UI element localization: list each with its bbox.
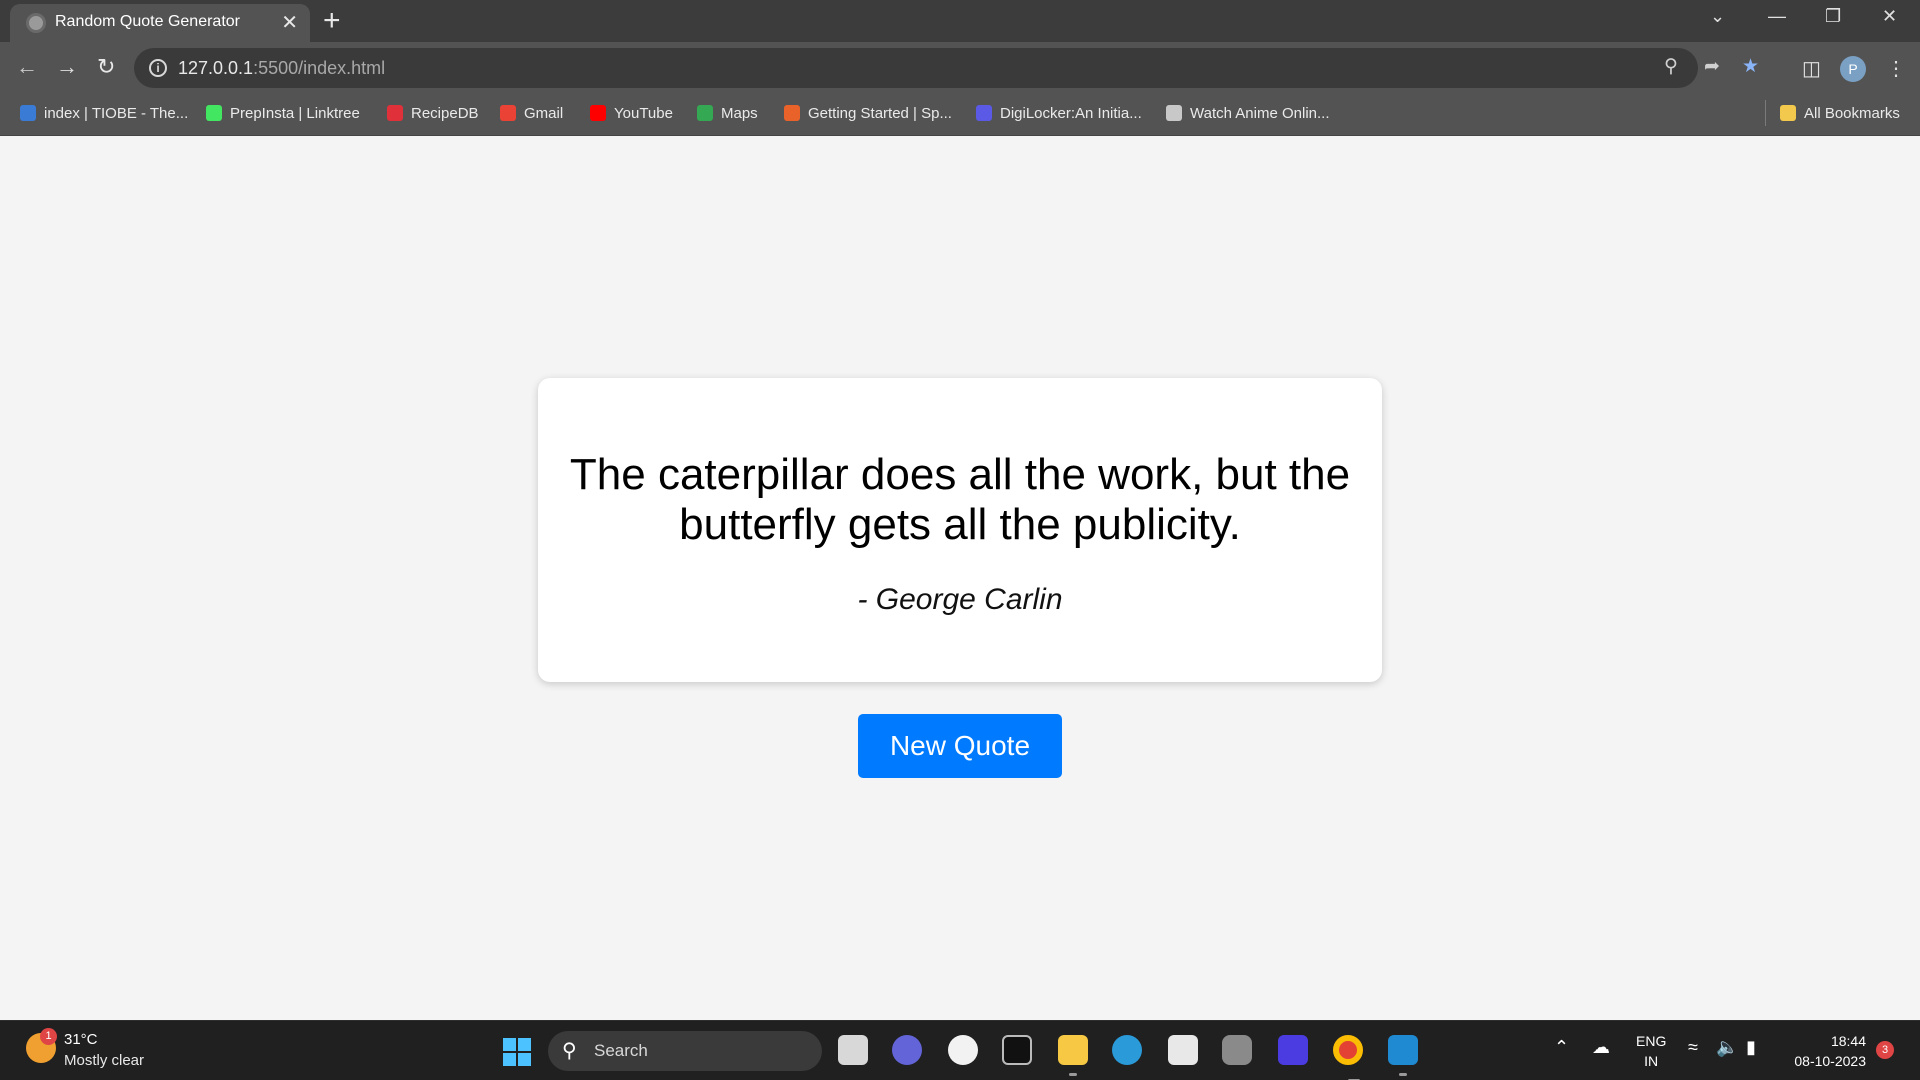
side-panel-icon[interactable]: ◫ bbox=[1802, 56, 1821, 81]
wifi-icon[interactable]: ≈ bbox=[1688, 1037, 1698, 1058]
restore-icon[interactable]: ❐ bbox=[1825, 6, 1841, 27]
copilot-icon[interactable] bbox=[948, 1035, 978, 1065]
bookmark-star-icon[interactable]: ★ bbox=[1742, 55, 1759, 78]
teams-chat-icon[interactable] bbox=[892, 1035, 922, 1065]
clock[interactable]: 18:44 08-10-2023 bbox=[1780, 1031, 1866, 1071]
bookmark-item[interactable]: Watch Anime Onlin... bbox=[1166, 103, 1330, 125]
zoom-icon[interactable]: ⚲ bbox=[1664, 55, 1678, 78]
language-indicator[interactable]: ENG IN bbox=[1636, 1031, 1666, 1071]
clock-time: 18:44 bbox=[1830, 1033, 1866, 1049]
weather-condition[interactable]: Mostly clear bbox=[64, 1052, 144, 1069]
edge-icon[interactable] bbox=[1112, 1035, 1142, 1065]
tray-overflow-icon[interactable]: ⌃ bbox=[1554, 1037, 1569, 1058]
recipedb-icon bbox=[387, 105, 403, 121]
search-icon: ⚲ bbox=[562, 1040, 577, 1062]
share-icon[interactable]: ➦ bbox=[1704, 55, 1720, 78]
language-code: ENG bbox=[1636, 1033, 1667, 1049]
spring-icon bbox=[784, 105, 800, 121]
weather-temperature[interactable]: 31°C bbox=[64, 1031, 98, 1048]
address-bar[interactable]: i 127.0.0.1:5500/index.html ⚲ ➦ ★ bbox=[134, 48, 1759, 88]
bookmark-label: Getting Started | Sp... bbox=[808, 105, 952, 122]
tab-close-icon[interactable]: ✕ bbox=[281, 10, 298, 35]
folder-icon bbox=[1780, 105, 1796, 121]
bookmark-item[interactable]: Maps bbox=[697, 103, 758, 125]
microsoft-store-icon[interactable] bbox=[1168, 1035, 1198, 1065]
bookmark-item[interactable]: index | TIOBE - The... bbox=[20, 103, 188, 125]
bookmark-label: index | TIOBE - The... bbox=[44, 105, 189, 122]
unity-icon[interactable] bbox=[1222, 1035, 1252, 1065]
windows-start-icon[interactable] bbox=[503, 1038, 531, 1066]
bookmark-label: DigiLocker:An Initia... bbox=[1000, 105, 1142, 122]
weather-badge: 1 bbox=[40, 1028, 57, 1045]
onedrive-icon[interactable]: ☁ bbox=[1592, 1037, 1610, 1058]
bookmark-item[interactable]: RecipeDB bbox=[387, 103, 479, 125]
clock-date: 08-10-2023 bbox=[1794, 1053, 1866, 1069]
site-info-icon[interactable]: i bbox=[149, 59, 167, 77]
new-quote-button[interactable]: New Quote bbox=[858, 714, 1062, 778]
region-code: IN bbox=[1644, 1053, 1659, 1069]
tab-strip: Random Quote Generator ✕ + ⌄ — ❐ ✕ bbox=[0, 0, 1920, 42]
quote-card: The caterpillar does all the work, but t… bbox=[538, 378, 1382, 682]
url-host: 127.0.0.1 bbox=[178, 58, 254, 78]
page-viewport: The caterpillar does all the work, but t… bbox=[0, 136, 1920, 1020]
bookmark-label: RecipeDB bbox=[411, 105, 479, 122]
bookmarks-bar: index | TIOBE - The... PrepInsta | Linkt… bbox=[0, 94, 1920, 136]
bookmark-label: PrepInsta | Linktree bbox=[230, 105, 360, 122]
file-explorer-icon[interactable] bbox=[1058, 1035, 1088, 1076]
new-tab-button[interactable]: + bbox=[323, 4, 341, 38]
battery-icon[interactable]: ▮ bbox=[1746, 1037, 1756, 1058]
url-text[interactable]: 127.0.0.1:5500/index.html bbox=[178, 58, 385, 79]
bookmark-label: YouTube bbox=[614, 105, 673, 122]
windows-taskbar: 1 31°C Mostly clear ⚲ Search ⌃ ☁ ENG IN … bbox=[0, 1020, 1920, 1080]
app-icon[interactable] bbox=[1278, 1035, 1308, 1065]
bookmark-label: Gmail bbox=[524, 105, 564, 122]
quote-author: - George Carlin bbox=[857, 583, 1063, 616]
all-bookmarks-label: All Bookmarks bbox=[1804, 105, 1900, 122]
gmail-icon bbox=[500, 105, 516, 121]
search-label: Search bbox=[594, 1041, 648, 1060]
forward-icon[interactable]: → bbox=[56, 52, 78, 82]
bookmark-item[interactable]: PrepInsta | Linktree bbox=[206, 103, 360, 125]
close-window-icon[interactable]: ✕ bbox=[1882, 6, 1897, 27]
reload-icon[interactable]: ↻ bbox=[97, 52, 115, 82]
notification-badge[interactable]: 3 bbox=[1876, 1041, 1894, 1059]
bookmark-item[interactable]: YouTube bbox=[590, 103, 673, 125]
tiobe-icon bbox=[20, 105, 36, 121]
taskbar-search[interactable]: ⚲ Search bbox=[548, 1031, 822, 1071]
bookmark-label: Maps bbox=[721, 105, 758, 122]
bookmarks-divider bbox=[1765, 100, 1766, 126]
profile-avatar[interactable]: P bbox=[1840, 56, 1866, 82]
tab-search-icon[interactable]: ⌄ bbox=[1710, 6, 1725, 27]
tab-active[interactable]: Random Quote Generator ✕ bbox=[10, 4, 310, 42]
minimize-icon[interactable]: — bbox=[1768, 6, 1786, 27]
digilocker-icon bbox=[976, 105, 992, 121]
maps-icon bbox=[697, 105, 713, 121]
back-icon[interactable]: ← bbox=[16, 52, 38, 82]
linktree-icon bbox=[206, 105, 222, 121]
menu-kebab-icon[interactable]: ⋮ bbox=[1886, 56, 1906, 81]
browser-toolbar: ← → ↻ i 127.0.0.1:5500/index.html ⚲ ➦ ★ … bbox=[0, 42, 1920, 94]
all-bookmarks-button[interactable]: All Bookmarks bbox=[1780, 103, 1900, 125]
terminal-icon[interactable] bbox=[1002, 1035, 1032, 1065]
bookmark-item[interactable]: Gmail bbox=[500, 103, 563, 125]
task-view-icon[interactable] bbox=[838, 1035, 868, 1065]
url-path: :5500/index.html bbox=[253, 58, 386, 78]
anime-site-icon bbox=[1166, 105, 1182, 121]
bookmark-item[interactable]: Getting Started | Sp... bbox=[784, 103, 952, 125]
bookmark-item[interactable]: DigiLocker:An Initia... bbox=[976, 103, 1142, 125]
vscode-icon[interactable] bbox=[1388, 1035, 1418, 1076]
volume-icon[interactable]: 🔈 bbox=[1716, 1037, 1738, 1058]
quote-text: The caterpillar does all the work, but t… bbox=[569, 450, 1351, 549]
chrome-icon[interactable] bbox=[1333, 1035, 1363, 1080]
youtube-icon bbox=[590, 105, 606, 121]
bookmark-label: Watch Anime Onlin... bbox=[1190, 105, 1330, 122]
tab-title: Random Quote Generator bbox=[55, 13, 240, 30]
globe-icon bbox=[26, 13, 46, 33]
